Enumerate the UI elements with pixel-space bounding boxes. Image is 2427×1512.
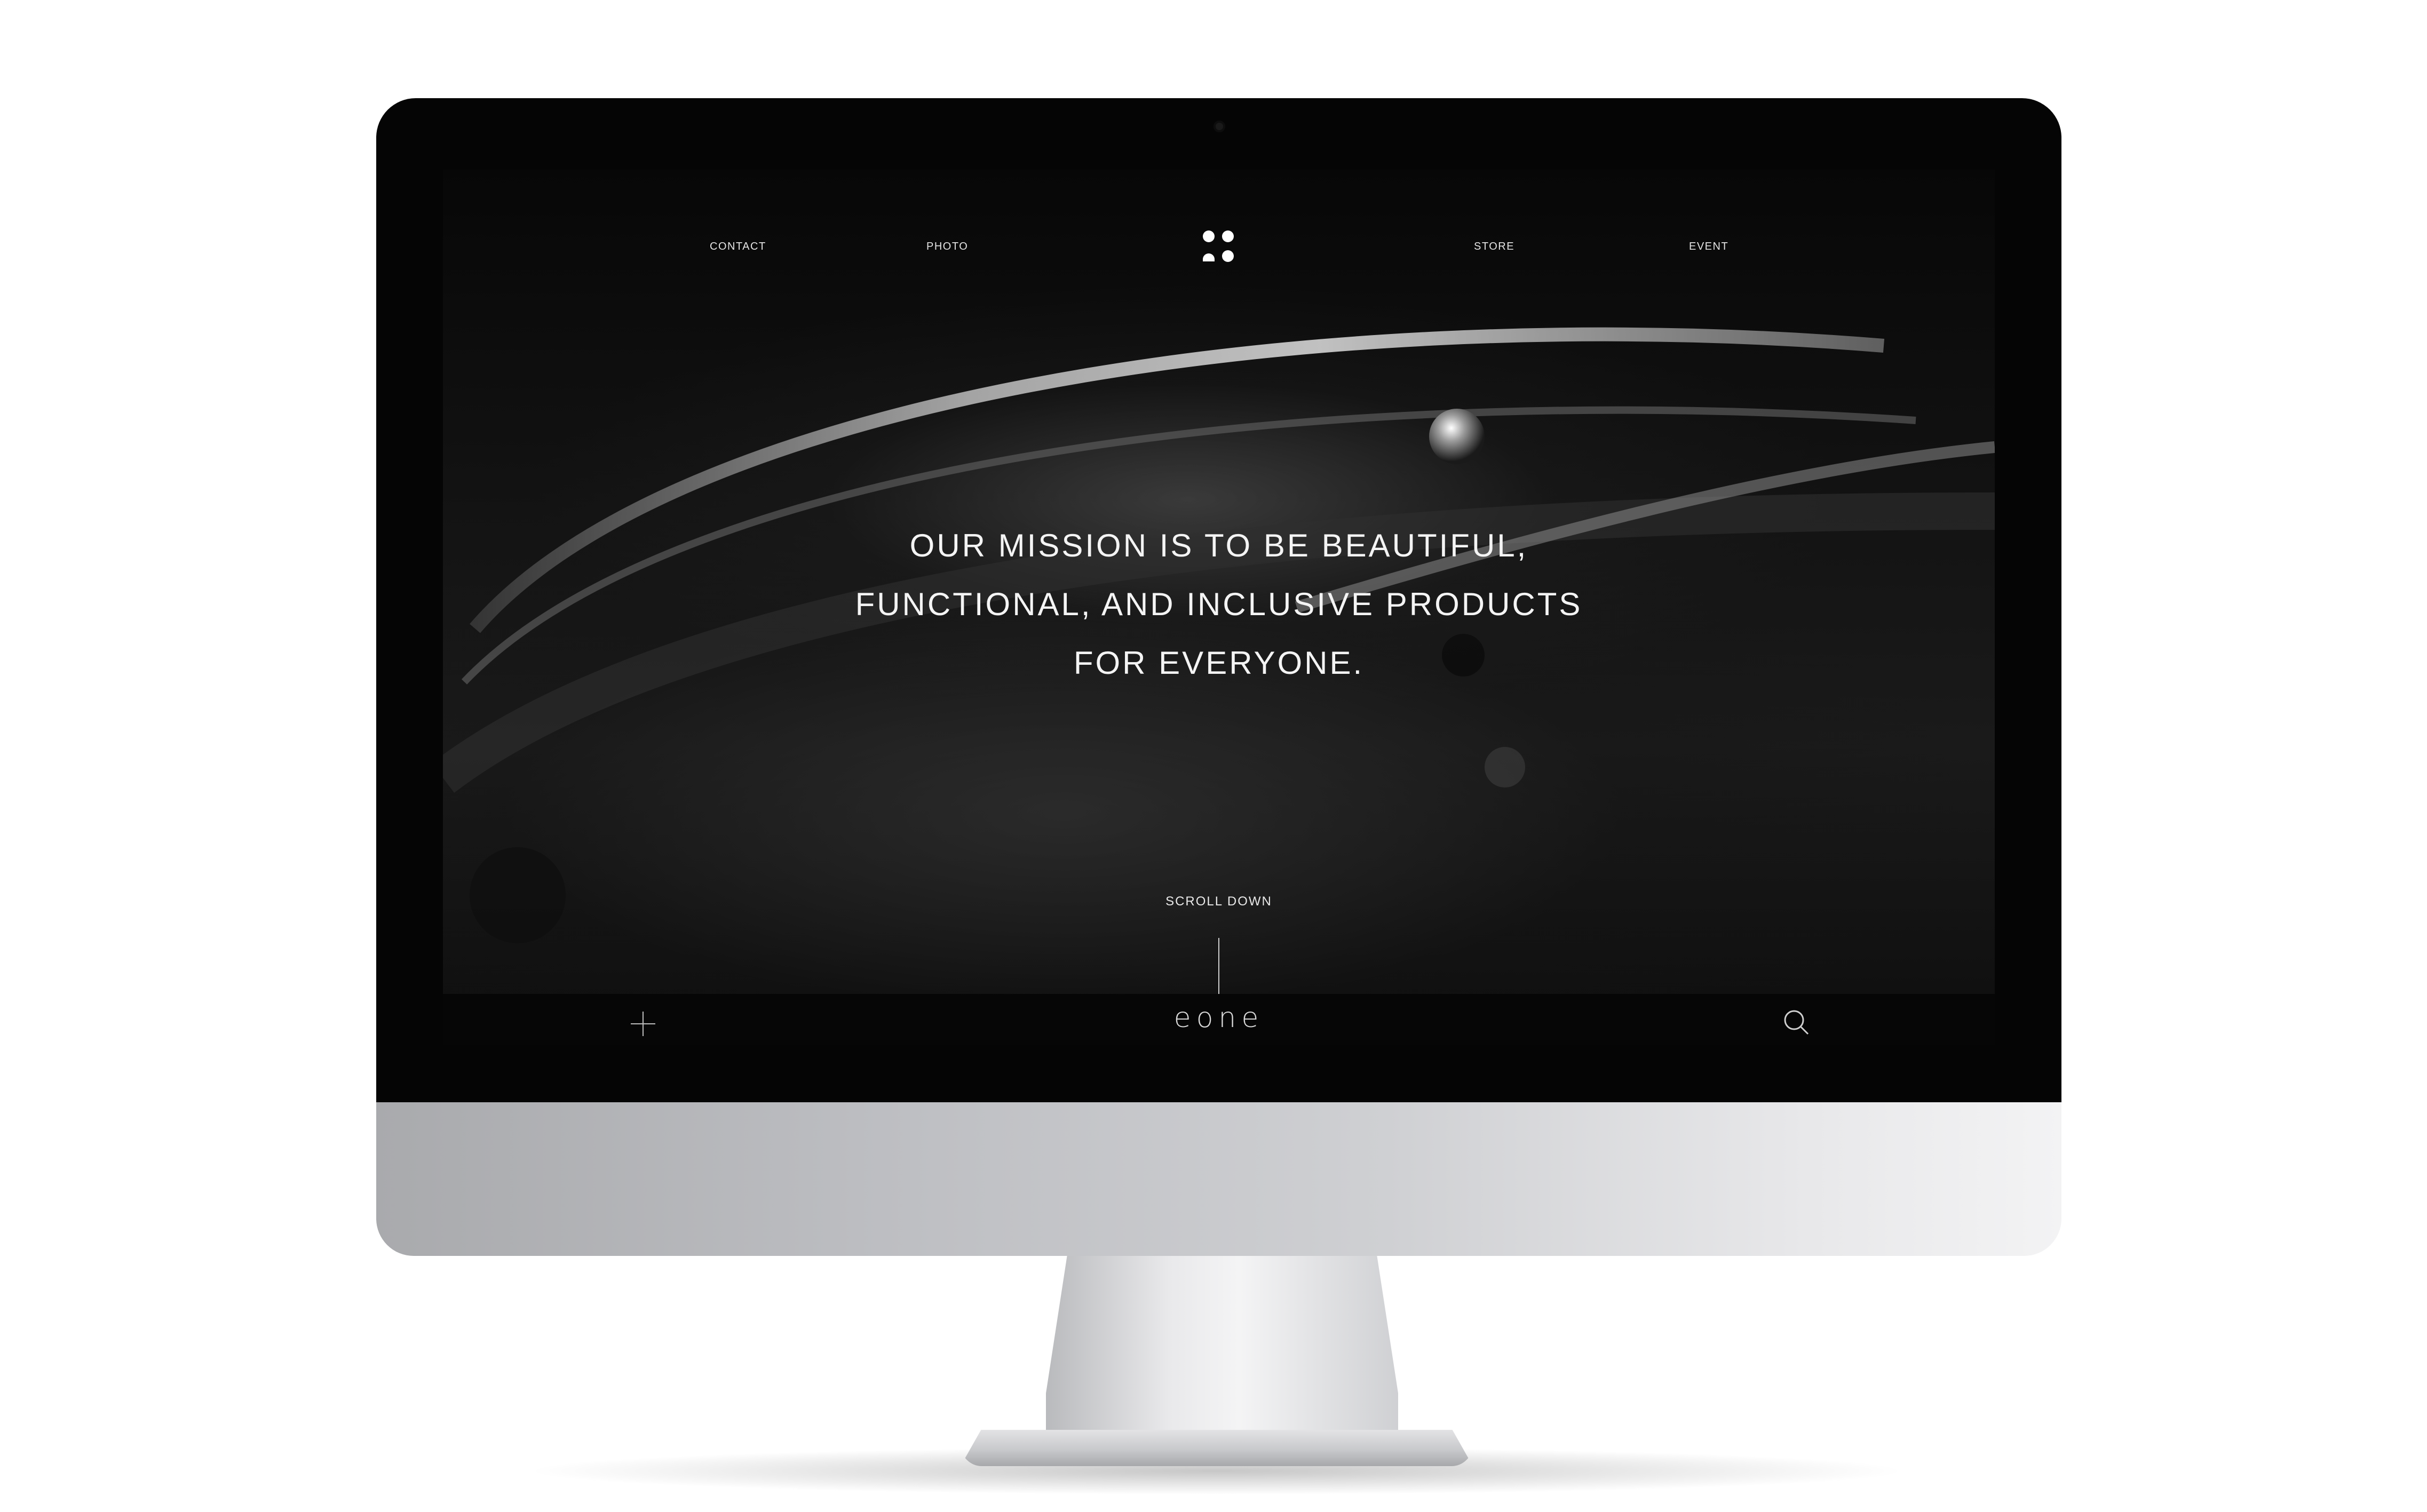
mission-line: FOR EVERYONE. xyxy=(1073,645,1365,681)
eone-logo-icon[interactable] xyxy=(1200,228,1237,266)
scroll-indicator-line xyxy=(1218,938,1219,994)
monitor-stand-foot xyxy=(961,1430,1473,1466)
monitor-chin xyxy=(376,1102,2061,1256)
nav-event[interactable]: EVENT xyxy=(1689,241,1728,253)
scroll-down-link[interactable]: SCROLL DOWN xyxy=(1112,894,1326,909)
website-screen: CONTACT PHOTO STORE EVENT OUR MISSION IS… xyxy=(443,170,1995,1045)
camera-icon xyxy=(1213,121,1225,132)
mission-statement: OUR MISSION IS TO BE BEAUTIFUL, FUNCTION… xyxy=(685,516,1752,693)
crystal-ball xyxy=(1429,409,1485,464)
nav-contact[interactable]: CONTACT xyxy=(710,241,766,253)
nav-store[interactable]: STORE xyxy=(1474,241,1514,253)
mission-line: FUNCTIONAL, AND INCLUSIVE PRODUCTS xyxy=(855,586,1583,622)
nav-photo[interactable]: PHOTO xyxy=(926,241,968,253)
monitor-stand-neck xyxy=(1046,1256,1398,1432)
search-icon[interactable] xyxy=(1781,1007,1811,1037)
mission-line: OUR MISSION IS TO BE BEAUTIFUL, xyxy=(909,528,1528,563)
plus-icon[interactable] xyxy=(630,1010,656,1037)
eone-wordmark[interactable]: eone xyxy=(1112,1002,1326,1034)
